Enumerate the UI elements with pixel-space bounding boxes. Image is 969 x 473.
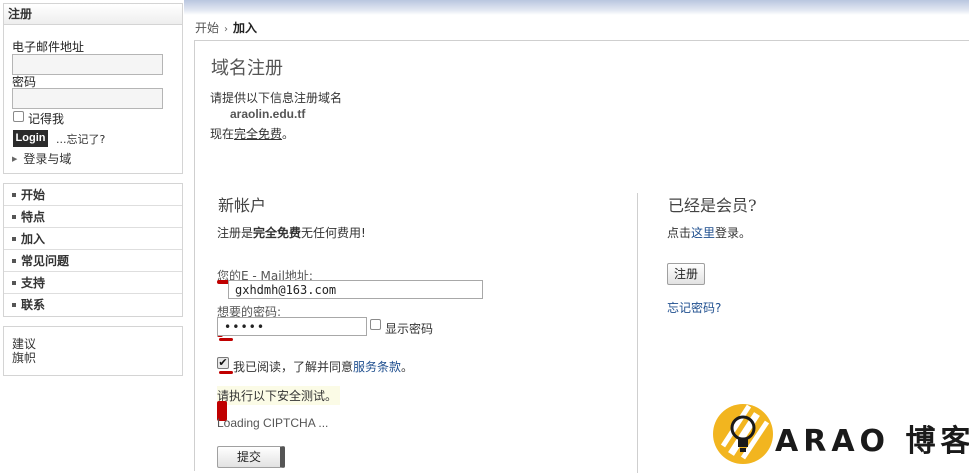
nav-item-support[interactable]: 支持 xyxy=(4,272,182,294)
member-login-text: 点击这里登录。 xyxy=(667,224,751,241)
nav-label: 支持 xyxy=(21,276,46,290)
extra-links-panel: 建议 旗帜 xyxy=(3,326,183,376)
terms-suffix: 。 xyxy=(401,360,414,374)
nav-label: 加入 xyxy=(21,232,46,246)
nav-item-features[interactable]: 特点 xyxy=(4,206,182,228)
login-suffix: 登录。 xyxy=(715,226,752,240)
free-prefix: 现在 xyxy=(210,127,235,141)
page-title: 域名注册 xyxy=(211,58,283,79)
forgot-password-link[interactable]: ...忘记了? xyxy=(56,131,105,147)
breadcrumb-home[interactable]: 开始 xyxy=(195,21,219,35)
suggestion-link[interactable]: 建议 xyxy=(12,337,182,351)
subtitle-bold: 完全免费 xyxy=(253,226,302,240)
remember-label: 记得我 xyxy=(28,112,65,126)
bullet-icon xyxy=(12,237,16,241)
domain-login-link[interactable]: ▶ 登录与域 xyxy=(12,150,71,167)
email-field[interactable] xyxy=(12,54,163,75)
remember-checkbox[interactable] xyxy=(13,111,24,122)
register-button[interactable]: 注册 xyxy=(667,263,705,285)
member-forgot-password-link[interactable]: 忘记密码? xyxy=(667,299,721,316)
nav-label: 联系 xyxy=(21,298,46,312)
watermark-logo: ARAO 博客 xyxy=(709,398,969,468)
bullet-icon xyxy=(12,215,16,219)
login-here-link[interactable]: 这里 xyxy=(691,226,715,240)
show-password-checkbox[interactable] xyxy=(370,319,381,330)
terms-text: 我已阅读，了解并同意服务条款。 xyxy=(233,358,413,375)
submit-button[interactable]: 提交 xyxy=(217,446,285,468)
nav-item-faq[interactable]: 常见问题 xyxy=(4,250,182,272)
nav-label: 开始 xyxy=(21,188,46,202)
watermark-text: ARAO 博客 xyxy=(775,424,969,459)
chevron-right-icon: › xyxy=(224,24,229,35)
domain-login-label: 登录与域 xyxy=(23,152,72,166)
free-notice: 现在完全免费。 xyxy=(210,125,294,142)
new-account-subtitle: 注册是完全免费无任何费用! xyxy=(217,224,366,241)
captcha-hint: 请执行以下安全测试。 xyxy=(217,386,341,405)
nav-item-start[interactable]: 开始 xyxy=(4,184,182,206)
show-password-label: 显示密码 xyxy=(385,322,434,336)
login-button[interactable]: Login xyxy=(13,130,48,147)
nav-label: 特点 xyxy=(21,210,46,224)
bullet-icon xyxy=(12,303,16,307)
sidebar: 注册 电子邮件地址 密码 记得我 Login ...忘记了? ▶ 登录与域 开始 … xyxy=(0,0,184,471)
triangle-right-icon: ▶ xyxy=(12,155,18,163)
bullet-icon xyxy=(12,259,16,263)
login-prefix: 点击 xyxy=(667,226,692,240)
domain-name: araolin.edu.tf xyxy=(230,107,306,121)
intro-text: 请提供以下信息注册域名 xyxy=(210,91,343,105)
signup-email-input[interactable] xyxy=(228,280,483,299)
terms-prefix: 我已阅读，了解并同意 xyxy=(233,360,354,374)
member-title: 已经是会员? xyxy=(668,196,757,215)
bullet-icon xyxy=(12,281,16,285)
breadcrumb: 开始 › 加入 xyxy=(195,19,257,36)
terms-link[interactable]: 服务条款 xyxy=(353,360,401,374)
signup-password-input[interactable] xyxy=(217,317,367,336)
free-suffix: 。 xyxy=(282,127,295,141)
nav-label: 常见问题 xyxy=(21,254,70,268)
column-divider xyxy=(637,193,638,473)
login-panel: 注册 电子邮件地址 密码 记得我 Login ...忘记了? ▶ 登录与域 xyxy=(3,3,183,174)
new-account-title: 新帐户 xyxy=(218,196,267,215)
main-nav: 开始 特点 加入 常见问题 支持 联系 xyxy=(3,183,183,317)
email-label: 电子邮件地址 xyxy=(12,40,85,54)
banner-link[interactable]: 旗帜 xyxy=(12,351,182,365)
subtitle-suffix: 无任何费用! xyxy=(301,226,366,240)
nav-item-join[interactable]: 加入 xyxy=(4,228,182,250)
lightbulb-logo-icon xyxy=(713,404,773,464)
bullet-icon xyxy=(12,193,16,197)
top-gradient-bar xyxy=(184,0,969,15)
terms-checkbox[interactable]: ✔ xyxy=(217,357,229,369)
nav-item-contact[interactable]: 联系 xyxy=(4,294,182,316)
login-panel-title: 注册 xyxy=(4,4,182,25)
free-link[interactable]: 完全免费 xyxy=(234,127,282,141)
subtitle-prefix: 注册是 xyxy=(217,226,254,240)
captcha-loading: Loading CIPTCHA ... xyxy=(217,416,329,430)
breadcrumb-current: 加入 xyxy=(233,21,258,35)
annotation-marker xyxy=(219,338,233,341)
password-field[interactable] xyxy=(12,88,163,109)
annotation-marker xyxy=(219,371,233,374)
